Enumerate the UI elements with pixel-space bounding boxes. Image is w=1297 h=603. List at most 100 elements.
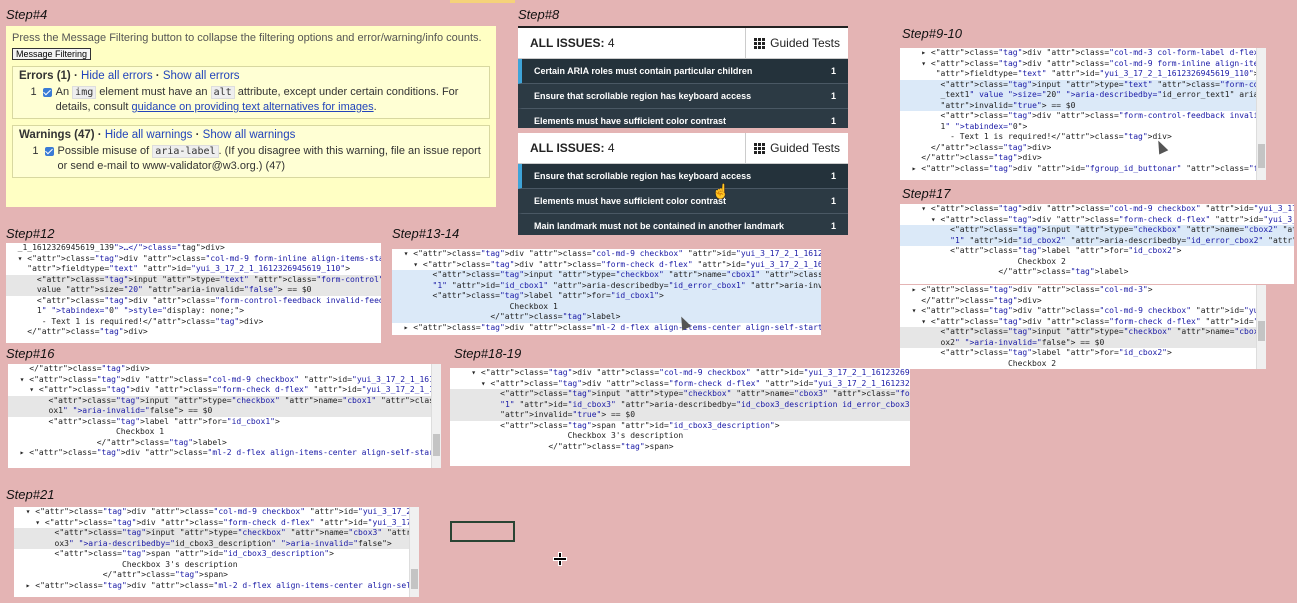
grid-icon: [754, 142, 766, 154]
show-all-errors-link[interactable]: Show all errors: [163, 70, 240, 82]
scrollbar[interactable]: [431, 364, 441, 468]
code-line[interactable]: <"attr">class="tag">input "attr">type="c…: [392, 270, 821, 281]
code-line[interactable]: ox3" ">aria-describedby="id_cbox3_descri…: [14, 538, 419, 549]
code-line[interactable]: </"attr">class="tag">div>: [6, 327, 381, 338]
code-line[interactable]: ▾ <"attr">class="tag">div "attr">class="…: [8, 375, 441, 386]
code-line[interactable]: <"attr">class="tag">input "attr">type="c…: [8, 395, 441, 406]
code-line[interactable]: ▾ <"attr">class="tag">div "attr">class="…: [900, 215, 1294, 226]
code-line[interactable]: Checkbox 3's description: [450, 431, 910, 442]
scrollbar[interactable]: [409, 507, 419, 597]
code-line[interactable]: ox2" ">aria-invalid="false"> == $0: [900, 337, 1266, 348]
hide-all-errors-link[interactable]: Hide all errors: [81, 70, 153, 82]
errors-box: Errors (1) · Hide all errors · Show all …: [12, 66, 490, 119]
code-line[interactable]: ▸ <"attr">class="tag">div "attr">id="fgr…: [900, 164, 1266, 175]
scrollbar[interactable]: [1256, 285, 1266, 369]
code-line[interactable]: ▾ <"attr">class="tag">div "attr">class="…: [450, 379, 910, 390]
guided-tests-button[interactable]: Guided Tests: [745, 28, 848, 58]
code-line[interactable]: ▾ <"attr">class="tag">div "attr">class="…: [900, 59, 1266, 70]
code-line[interactable]: <"attr">class="tag">span "attr">id="id_c…: [14, 549, 419, 560]
code-line[interactable]: <"attr">class="tag">label "attr">for="id…: [392, 291, 821, 302]
code-line[interactable]: 1" ">tabindex="0" ">style="display: none…: [6, 306, 381, 317]
code-line[interactable]: </"attr">class="tag">label>: [392, 312, 821, 323]
guided-tests-button[interactable]: Guided Tests: [745, 133, 848, 163]
code-line[interactable]: _text1" value ">size="20" ">aria-describ…: [900, 90, 1266, 101]
devtools-panel-17a: ▾ <"attr">class="tag">div "attr">class="…: [900, 204, 1294, 284]
code-line[interactable]: <"attr">class="tag">div "attr">class="fo…: [6, 296, 381, 307]
issue-row[interactable]: Certain ARIA roles must contain particul…: [518, 59, 848, 84]
code-line[interactable]: ▾ <"attr">class="tag">div "attr">class="…: [900, 317, 1266, 328]
code-line[interactable]: ox1" ">aria-invalid="false"> == $0: [8, 406, 441, 417]
step-label-13-14: Step#13-14: [392, 226, 460, 241]
code-line[interactable]: <"attr">class="tag">div "attr">class="fo…: [900, 111, 1266, 122]
code-line[interactable]: Checkbox 3's description: [14, 560, 419, 571]
code-line[interactable]: ▾ <"attr">class="tag">div "attr">class="…: [900, 204, 1294, 215]
code-line[interactable]: </"attr">class="tag">span>: [14, 570, 419, 581]
code-line[interactable]: ▸ <"attr">class="tag">div "attr">class="…: [900, 285, 1266, 296]
grid-icon: [754, 37, 766, 49]
code-line[interactable]: </"attr">class="tag">label>: [8, 438, 441, 449]
show-all-warnings-link[interactable]: Show all warnings: [203, 129, 296, 141]
code-line[interactable]: </"attr">class="tag">div>: [900, 296, 1266, 307]
code-line[interactable]: ▾ <"attr">class="tag">div "attr">class="…: [900, 306, 1266, 317]
issue-text: Main landmark must not be contained in a…: [534, 221, 785, 231]
code-line[interactable]: - Text 1 is required!</"attr">class="tag…: [900, 132, 1266, 143]
code-line[interactable]: ▾ <"attr">class="tag">div "attr">class="…: [14, 518, 419, 529]
issue-row[interactable]: Main landmark must not be contained in a…: [518, 214, 848, 235]
message-filtering-button[interactable]: Message Filtering: [12, 48, 92, 60]
code-line[interactable]: Checkbox 2: [900, 257, 1294, 268]
code-line[interactable]: </"attr">class="tag">div>: [900, 153, 1266, 164]
code-line[interactable]: - Text 1 is required!</"attr">class="tag…: [6, 317, 381, 328]
issue-row[interactable]: Elements must have sufficient color cont…: [518, 109, 848, 128]
code-line[interactable]: Checkbox 1: [8, 427, 441, 438]
code-line[interactable]: ▾ <"attr">class="tag">div "attr">class="…: [6, 254, 381, 265]
code-line[interactable]: "attr">invalid="true"> == $0: [450, 410, 910, 421]
code-line[interactable]: ▾ <"attr">class="tag">div "attr">class="…: [450, 368, 910, 379]
selected-cell[interactable]: [450, 521, 515, 542]
code-line[interactable]: <"attr">class="tag">input "attr">type="c…: [900, 327, 1266, 338]
code-line[interactable]: Checkbox 2: [900, 359, 1266, 370]
code-line[interactable]: Checkbox 1: [392, 301, 821, 312]
code-line[interactable]: ▾ <"attr">class="tag">div "attr">class="…: [392, 260, 821, 271]
code-line[interactable]: ▸ <"attr">class="tag">div "attr">class="…: [392, 323, 821, 334]
code-line[interactable]: "attr">fieldtype="text" "attr">id="yui_3…: [900, 69, 1266, 80]
issue-row[interactable]: Ensure that scrollable region has keyboa…: [518, 164, 848, 189]
step-label-17: Step#17: [902, 186, 951, 201]
issue-row[interactable]: Elements must have sufficient color cont…: [518, 189, 848, 214]
code-line[interactable]: </"attr">class="tag">div>: [900, 143, 1266, 154]
code-line[interactable]: <"attr">class="tag">input "attr">type="c…: [450, 389, 910, 400]
validator-intro: Press the Message Filtering button to co…: [12, 32, 482, 44]
code-line[interactable]: ▸ <"attr">class="tag">div "attr">class="…: [14, 581, 419, 592]
code-line[interactable]: <"attr">class="tag">label "attr">for="id…: [900, 348, 1266, 359]
code-line[interactable]: ▾ <"attr">class="tag">div "attr">class="…: [8, 385, 441, 396]
code-line[interactable]: 1" ">tabindex="0">: [900, 122, 1266, 133]
code-line[interactable]: <"attr">class="tag">input "attr">type="t…: [6, 274, 381, 285]
error-checkbox[interactable]: [42, 88, 52, 97]
code-line[interactable]: ▸ <"attr">class="tag">div "attr">class="…: [8, 448, 441, 459]
code-line[interactable]: "1" "attr">id="id_cbox1" "attr">aria-des…: [392, 280, 821, 291]
hide-all-warnings-link[interactable]: Hide all warnings: [105, 129, 193, 141]
code-line[interactable]: <"attr">class="tag">label "attr">for="id…: [8, 417, 441, 428]
guidance-link[interactable]: guidance on providing text alternatives …: [131, 101, 373, 113]
code-line[interactable]: </"attr">class="tag">span>: [450, 442, 910, 453]
code-line[interactable]: ▾ <"attr">class="tag">div "attr">class="…: [14, 507, 419, 518]
step-label-4: Step#4: [6, 7, 48, 22]
code-line[interactable]: <"attr">class="tag">input "attr">type="t…: [900, 79, 1266, 90]
code-line[interactable]: </"attr">class="tag">div>: [8, 364, 441, 375]
code-line[interactable]: "attr">fieldtype="text" "attr">id="yui_3…: [6, 264, 381, 275]
code-line[interactable]: value "attr">size="20" "attr">aria-inval…: [6, 285, 381, 296]
code-line[interactable]: _1_1612326945619_139">…</">class="tag">d…: [6, 243, 381, 254]
issue-row[interactable]: Ensure that scrollable region has keyboa…: [518, 84, 848, 109]
code-line[interactable]: <"attr">class="tag">input "attr">type="c…: [14, 528, 419, 539]
code-line[interactable]: </"attr">class="tag">label>: [900, 267, 1294, 278]
scrollbar[interactable]: [1256, 48, 1266, 180]
code-line[interactable]: "1" "attr">id="id_cbox3" "attr">aria-des…: [450, 399, 910, 410]
code-line[interactable]: "1" "attr">id="id_cbox2" "attr">aria-des…: [900, 235, 1294, 246]
code-line[interactable]: <"attr">class="tag">label "attr">for="id…: [900, 246, 1294, 257]
code-line[interactable]: <"attr">class="tag">span "attr">id="id_c…: [450, 421, 910, 432]
code-line[interactable]: "attr">invalid="true"> == $0: [900, 100, 1266, 111]
devtools-panel-12: _1_1612326945619_139">…</">class="tag">d…: [6, 243, 381, 343]
code-line[interactable]: <"attr">class="tag">input "attr">type="c…: [900, 225, 1294, 236]
warning-checkbox[interactable]: [44, 147, 54, 156]
code-line[interactable]: ▾ <"attr">class="tag">div "attr">class="…: [392, 249, 821, 260]
code-line[interactable]: ▸ <"attr">class="tag">div "attr">class="…: [900, 48, 1266, 59]
